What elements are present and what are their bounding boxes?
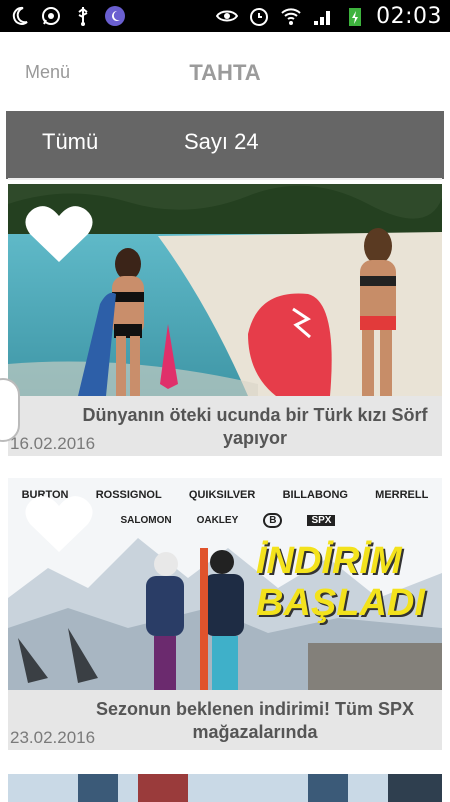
clock: 02:03 [376,3,442,29]
page-title: TAHTA [189,60,261,85]
article-card[interactable]: Dünyanın öteki ucunda bir Türk kızı Sörf… [8,184,442,456]
article-date: 23.02.2016 [10,728,96,747]
article-card[interactable] [8,774,442,802]
side-drawer-handle[interactable] [0,378,20,442]
moon-icon [8,5,30,27]
battery-charging-icon [344,5,366,27]
article-title[interactable]: Dünyanın öteki ucunda bir Türk kızı Sörf… [68,404,442,450]
whatsapp-icon [40,5,62,27]
favorite-heart-icon[interactable] [24,202,94,264]
item-count: Sayı 24 [184,129,259,154]
alarm-icon [248,5,270,27]
night-mode-icon [104,5,126,27]
filter-bar: Tümü Sayı 24 [6,111,444,179]
article-image[interactable] [8,774,442,802]
status-bar: 02:03 [0,0,450,32]
app-header: Menü TAHTA [0,32,450,112]
article-feed[interactable]: Dünyanın öteki ucunda bir Türk kızı Sörf… [8,178,442,802]
wifi-icon [280,5,302,27]
favorite-heart-icon[interactable] [24,492,94,554]
eye-icon [216,5,239,27]
article-caption[interactable]: Dünyanın öteki ucunda bir Türk kızı Sörf… [8,396,442,456]
usb-icon [72,5,94,27]
article-caption[interactable]: Sezonun beklenen indirimi! Tüm SPX mağaz… [8,690,442,750]
article-title[interactable]: Sezonun beklenen indirimi! Tüm SPX mağaz… [68,698,442,744]
article-date: 16.02.2016 [10,434,96,453]
signal-icon [312,5,334,27]
article-card[interactable]: BURTON ROSSIGNOL QUIKSILVER BILLABONG ME… [8,478,442,750]
tab-all[interactable]: Tümü [42,129,98,155]
